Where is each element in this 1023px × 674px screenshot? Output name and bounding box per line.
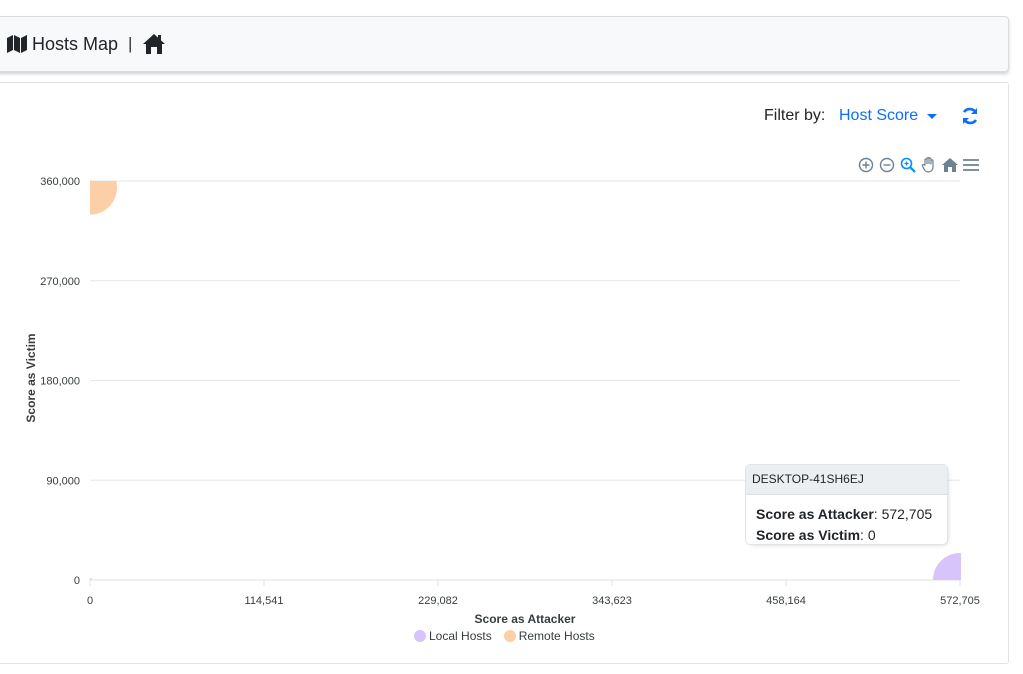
legend-item-remote-hosts[interactable]: Remote Hosts bbox=[503, 629, 595, 643]
x-tick-label: 572,705 bbox=[940, 595, 980, 607]
x-axis-labels: 0 114,541 229,082 343,623 458,164 572,705 bbox=[87, 595, 980, 607]
chart-tooltip: DESKTOP-41SH6EJ Score as Attacker: 572,7… bbox=[745, 464, 948, 545]
tooltip-row: Score as Victim: 0 bbox=[756, 527, 876, 543]
chart-legend: Local Hosts Remote Hosts bbox=[414, 629, 595, 643]
legend-item-local-hosts[interactable]: Local Hosts bbox=[414, 629, 492, 643]
y-tick-label: 180,000 bbox=[40, 376, 80, 388]
tooltip-label: Score as Victim bbox=[756, 527, 861, 543]
legend-label: Local Hosts bbox=[429, 629, 492, 643]
legend-marker bbox=[414, 630, 426, 642]
x-tick-label: 458,164 bbox=[766, 595, 806, 607]
tooltip-value: 0 bbox=[867, 527, 876, 543]
tooltip-title: DESKTOP-41SH6EJ bbox=[746, 465, 947, 495]
scatter-chart: 0 90,000 180,000 270,000 360,000 0 114,541 229… bbox=[24, 176, 980, 626]
x-tick-label: 114,541 bbox=[245, 595, 284, 607]
legend-label: Remote Hosts bbox=[518, 629, 595, 643]
y-axis-labels: 0 90,000 180,000 270,000 360,000 bbox=[40, 176, 80, 587]
x-tick-label: 0 bbox=[87, 595, 93, 607]
y-tick-label: 360,000 bbox=[40, 176, 80, 188]
y-tick-label: 270,000 bbox=[40, 276, 80, 288]
tooltip-value: 572,705 bbox=[881, 506, 933, 522]
tooltip-label: Score as Attacker bbox=[756, 506, 874, 522]
legend-marker bbox=[503, 630, 516, 642]
y-tick-label: 0 bbox=[74, 575, 80, 587]
y-tick-label: 90,000 bbox=[46, 475, 80, 487]
x-tick-label: 343,623 bbox=[592, 595, 632, 607]
y-axis-title: Score as Victim bbox=[24, 333, 38, 422]
x-axis-title: Score as Attacker bbox=[475, 612, 576, 626]
tooltip-row: Score as Attacker: 572,705 bbox=[756, 506, 933, 522]
x-tick-label: 229,082 bbox=[418, 595, 458, 607]
